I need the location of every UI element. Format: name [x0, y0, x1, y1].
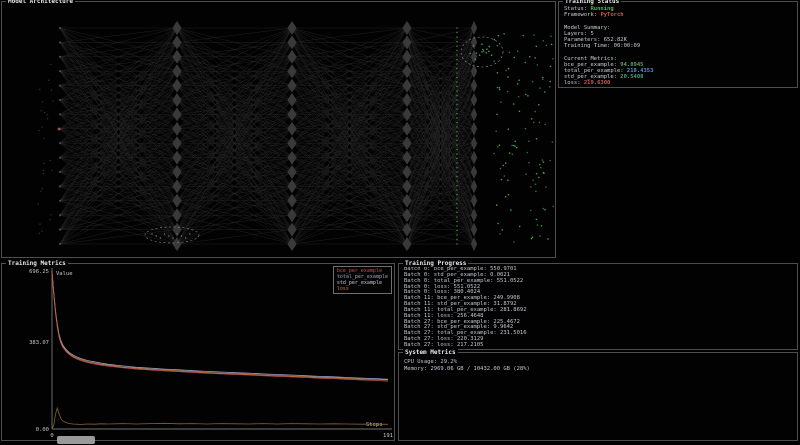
- log-line: Batch 27: loss: 217.2105: [404, 341, 484, 348]
- svg-text:0: 0: [50, 433, 53, 439]
- chart-legend: bce_per_example total_per_example std_pe…: [332, 266, 392, 294]
- panel-title-training-status: Training Status: [563, 0, 622, 5]
- training-metrics-panel: Training Metrics 696.25 383.07 0.00 0 191 Val…: [1, 260, 395, 441]
- svg-text:Value: Value: [56, 271, 73, 277]
- cpu-usage-line: CPU Usage: 29.2%: [404, 359, 457, 365]
- metric-loss-line: loss: 219.6300: [564, 80, 611, 87]
- status-value: Running: [590, 6, 614, 12]
- svg-text:Steps: Steps: [366, 422, 383, 428]
- training-status-panel: Training Status Status: Running Framewor…: [558, 0, 798, 88]
- bottom-taskbar-fragment: [57, 436, 95, 444]
- model-architecture-panel: Model Architecture: [1, 0, 556, 258]
- svg-text:191: 191: [383, 433, 393, 439]
- svg-text:696.25: 696.25: [29, 269, 49, 275]
- legend-item-loss: loss: [336, 286, 349, 292]
- memory-usage-line: Memory: 2969.06 GB / 10432.00 GB (28%): [404, 366, 530, 372]
- system-metrics-panel: System Metrics CPU Usage: 29.2% Memory: …: [398, 349, 798, 441]
- neural-network-visualization: [37, 21, 555, 251]
- training-progress-panel: Training Progress Batch 0: bce_per_examp…: [398, 260, 798, 350]
- training-dashboard: { "architecture_panel": { "title": "Mode…: [0, 0, 800, 445]
- svg-text:383.07: 383.07: [29, 340, 49, 346]
- panel-title-training-progress: Training Progress: [403, 260, 469, 267]
- svg-text:0.00: 0.00: [36, 427, 49, 433]
- panel-title-system-metrics: System Metrics: [403, 349, 458, 356]
- framework-value: PyTorch: [600, 12, 624, 19]
